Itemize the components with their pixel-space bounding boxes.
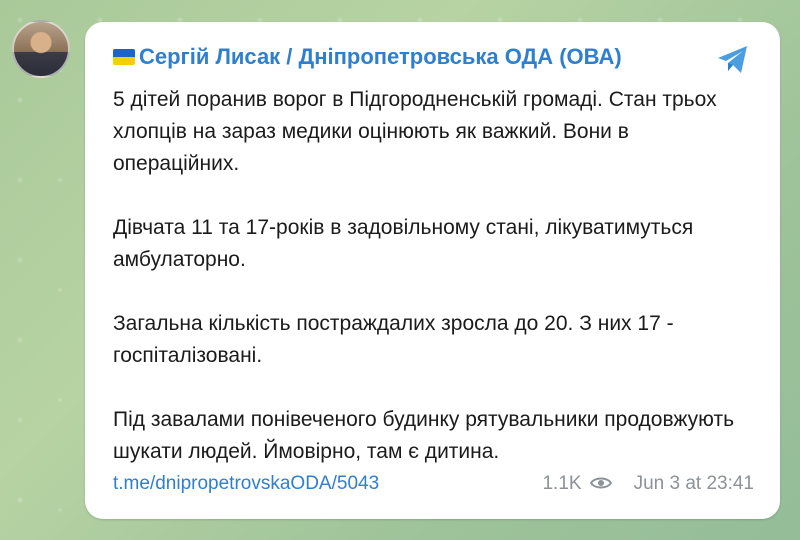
author-name-text: Сергій Лисак / Дніпропетровська ОДА (ОВА… xyxy=(139,44,622,69)
message-text: 5 дітей поранив ворог в Підгородненській… xyxy=(113,84,753,468)
message-meta: 1.1K Jun 3 at 23:41 xyxy=(542,473,754,495)
timestamp: Jun 3 at 23:41 xyxy=(633,473,754,494)
author-avatar[interactable] xyxy=(12,20,70,78)
message-paragraph: Дівчата 11 та 17-років в задовільному ст… xyxy=(113,216,694,271)
author-name[interactable]: Сергій Лисак / Дніпропетровська ОДА (ОВА… xyxy=(113,44,622,70)
post-link[interactable]: t.me/dnipropetrovskaODA/5043 xyxy=(113,473,379,495)
ukraine-flag-icon xyxy=(113,49,135,65)
message-bubble: Сергій Лисак / Дніпропетровська ОДА (ОВА… xyxy=(85,22,780,519)
message-paragraph: Під завалами понівеченого будинку рятува… xyxy=(113,408,735,463)
eye-icon xyxy=(589,477,612,489)
view-count: 1.1K xyxy=(542,473,582,494)
message-paragraph: 5 дітей поранив ворог в Підгородненській… xyxy=(113,88,717,175)
message-footer: t.me/dnipropetrovskaODA/5043 1.1K Jun 3 … xyxy=(113,473,754,501)
telegram-plane-icon[interactable] xyxy=(714,40,752,78)
message-paragraph: Загальна кількість постраждалих зросла д… xyxy=(113,312,674,367)
